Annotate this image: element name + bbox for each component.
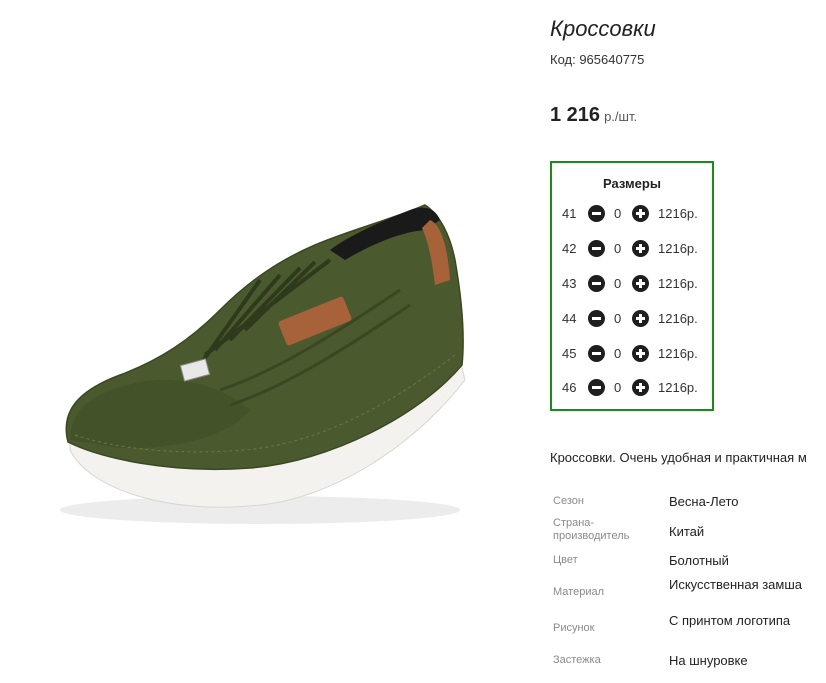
- product-description: Кроссовки. Очень удобная и практичная м: [550, 450, 807, 465]
- size-price: 1216р.: [658, 241, 698, 256]
- property-label: Рисунок: [553, 622, 595, 634]
- size-label: 44: [562, 311, 577, 326]
- size-label: 45: [562, 346, 577, 361]
- size-row-41: 41 0 1216р.: [552, 203, 712, 225]
- property-value: Китай: [669, 524, 705, 539]
- quantity-value: 0: [614, 346, 622, 361]
- product-price: 1 216 р./шт.: [550, 104, 637, 127]
- increase-quantity-button[interactable]: [632, 345, 649, 362]
- property-label: Застежка: [553, 654, 601, 666]
- decrease-quantity-button[interactable]: [588, 310, 605, 327]
- size-label: 46: [562, 380, 577, 395]
- increase-quantity-button[interactable]: [632, 379, 649, 396]
- decrease-quantity-button[interactable]: [588, 379, 605, 396]
- increase-quantity-button[interactable]: [632, 310, 649, 327]
- size-label: 43: [562, 276, 577, 291]
- size-price: 1216р.: [658, 206, 698, 221]
- decrease-quantity-button[interactable]: [588, 275, 605, 292]
- size-row-46: 46 0 1216р.: [552, 377, 712, 399]
- property-value: Искусственная замша: [669, 577, 803, 592]
- product-image: [30, 150, 490, 550]
- decrease-quantity-button[interactable]: [588, 205, 605, 222]
- size-price: 1216р.: [658, 380, 698, 395]
- sizes-panel: Размеры 41 0 1216р. 42 0 1216р. 43 0 121…: [550, 161, 714, 411]
- size-price: 1216р.: [658, 346, 698, 361]
- decrease-quantity-button[interactable]: [588, 345, 605, 362]
- sizes-title: Размеры: [603, 176, 661, 191]
- quantity-value: 0: [614, 276, 622, 291]
- size-row-42: 42 0 1216р.: [552, 238, 712, 260]
- price-unit: р./шт.: [604, 109, 638, 124]
- size-price: 1216р.: [658, 311, 698, 326]
- quantity-value: 0: [614, 311, 622, 326]
- property-value: С принтом логотипа: [669, 613, 791, 628]
- price-amount: 1 216: [550, 104, 601, 126]
- product-info: Кроссовки Код: 965640775 1 216 р./шт. Раз…: [550, 0, 826, 683]
- size-row-45: 45 0 1216р.: [552, 343, 712, 365]
- size-label: 42: [562, 241, 577, 256]
- property-label: Цвет: [553, 554, 578, 566]
- increase-quantity-button[interactable]: [632, 205, 649, 222]
- decrease-quantity-button[interactable]: [588, 240, 605, 257]
- property-label: Материал: [553, 586, 604, 598]
- property-value: Болотный: [669, 553, 729, 568]
- property-value: На шнуровке: [669, 653, 748, 668]
- product-code: Код: 965640775: [550, 52, 645, 67]
- size-row-44: 44 0 1216р.: [552, 308, 712, 330]
- size-row-43: 43 0 1216р.: [552, 273, 712, 295]
- product-title: Кроссовки: [550, 16, 656, 41]
- size-price: 1216р.: [658, 276, 698, 291]
- quantity-value: 0: [614, 206, 622, 221]
- increase-quantity-button[interactable]: [632, 275, 649, 292]
- increase-quantity-button[interactable]: [632, 240, 649, 257]
- property-label: Сезон: [553, 495, 584, 507]
- sneaker-image: [60, 204, 466, 524]
- size-label: 41: [562, 206, 577, 221]
- quantity-value: 0: [614, 380, 622, 395]
- property-value: Весна-Лето: [669, 494, 739, 509]
- property-label: Страна-производитель: [553, 517, 630, 542]
- quantity-value: 0: [614, 241, 622, 256]
